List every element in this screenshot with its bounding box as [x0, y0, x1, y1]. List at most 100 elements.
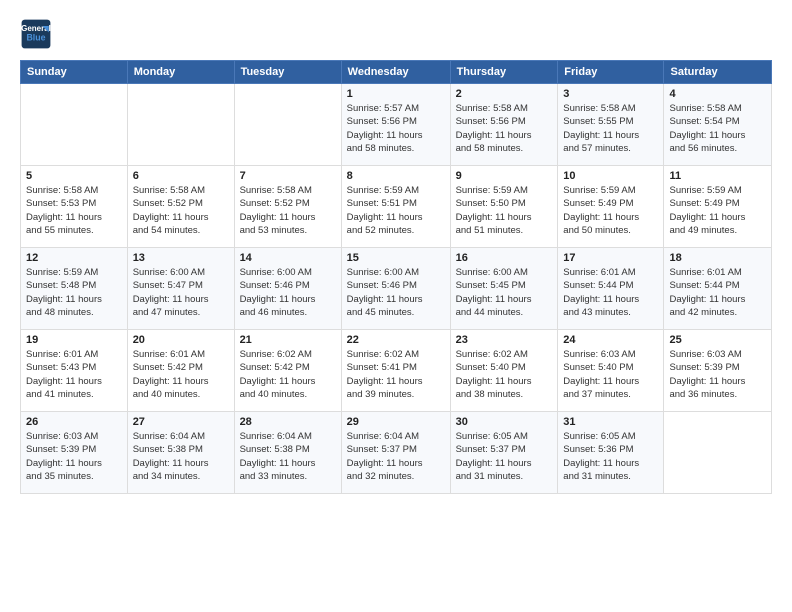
calendar-week-row: 26 Sunrise: 6:03 AM Sunset: 5:39 PM Dayli… [21, 412, 772, 494]
day-number: 24 [563, 334, 658, 346]
calendar-cell: 29Sunrise: 6:04 AM Sunset: 5:37 PM Dayli… [341, 412, 450, 494]
calendar-cell [664, 412, 772, 494]
day-number: 13 [133, 252, 229, 264]
day-info: Sunrise: 6:05 AM Sunset: 5:36 PM Dayligh… [563, 430, 658, 483]
day-info: Sunrise: 5:58 AM Sunset: 5:54 PM Dayligh… [669, 102, 766, 155]
calendar-table: SundayMondayTuesdayWednesdayThursdayFrid… [20, 60, 772, 494]
day-info: Sunrise: 5:59 AM Sunset: 5:49 PM Dayligh… [563, 184, 658, 237]
day-number: 23 [456, 334, 553, 346]
calendar-cell: 28 Sunrise: 6:04 AM Sunset: 5:38 PM Dayli… [234, 412, 341, 494]
logo-icon: General Blue [20, 18, 52, 50]
calendar-cell: 1 Sunrise: 5:57 AM Sunset: 5:56 PM Daylig… [341, 84, 450, 166]
day-info: Sunrise: 6:01 AM Sunset: 5:43 PM Dayligh… [26, 348, 122, 401]
calendar-cell: 5 Sunrise: 5:58 AM Sunset: 5:53 PM Daylig… [21, 166, 128, 248]
calendar-cell: 4 Sunrise: 5:58 AM Sunset: 5:54 PM Daylig… [664, 84, 772, 166]
day-info: Sunrise: 6:04 AM Sunset: 5:38 PM Dayligh… [240, 430, 336, 483]
day-number: 6 [133, 170, 229, 182]
day-info: Sunrise: 5:58 AM Sunset: 5:52 PM Dayligh… [133, 184, 229, 237]
calendar-cell: 17Sunrise: 6:01 AM Sunset: 5:44 PM Dayli… [558, 248, 664, 330]
day-info: Sunrise: 5:58 AM Sunset: 5:55 PM Dayligh… [563, 102, 658, 155]
day-info: Sunrise: 6:03 AM Sunset: 5:39 PM Dayligh… [669, 348, 766, 401]
day-info: Sunrise: 5:59 AM Sunset: 5:49 PM Dayligh… [669, 184, 766, 237]
day-info: Sunrise: 5:58 AM Sunset: 5:56 PM Dayligh… [456, 102, 553, 155]
day-number: 14 [240, 252, 336, 264]
calendar-cell: 13 Sunrise: 6:00 AM Sunset: 5:47 PM Dayli… [127, 248, 234, 330]
day-number: 7 [240, 170, 336, 182]
calendar-cell: 7 Sunrise: 5:58 AM Sunset: 5:52 PM Daylig… [234, 166, 341, 248]
svg-text:Blue: Blue [26, 32, 45, 42]
day-number: 10 [563, 170, 658, 182]
day-info: Sunrise: 6:04 AM Sunset: 5:38 PM Dayligh… [133, 430, 229, 483]
calendar-header-wednesday: Wednesday [341, 61, 450, 84]
calendar-cell: 9Sunrise: 5:59 AM Sunset: 5:50 PM Daylig… [450, 166, 558, 248]
calendar-week-row: 1 Sunrise: 5:57 AM Sunset: 5:56 PM Daylig… [21, 84, 772, 166]
calendar-cell: 12 Sunrise: 5:59 AM Sunset: 5:48 PM Dayli… [21, 248, 128, 330]
calendar-cell: 25 Sunrise: 6:03 AM Sunset: 5:39 PM Dayli… [664, 330, 772, 412]
day-info: Sunrise: 6:00 AM Sunset: 5:46 PM Dayligh… [347, 266, 445, 319]
calendar-header-saturday: Saturday [664, 61, 772, 84]
day-number: 31 [563, 416, 658, 428]
calendar-header-monday: Monday [127, 61, 234, 84]
calendar-header-row: SundayMondayTuesdayWednesdayThursdayFrid… [21, 61, 772, 84]
calendar-cell: 30Sunrise: 6:05 AM Sunset: 5:37 PM Dayli… [450, 412, 558, 494]
day-info: Sunrise: 6:02 AM Sunset: 5:40 PM Dayligh… [456, 348, 553, 401]
day-info: Sunrise: 6:00 AM Sunset: 5:46 PM Dayligh… [240, 266, 336, 319]
calendar-cell: 11 Sunrise: 5:59 AM Sunset: 5:49 PM Dayli… [664, 166, 772, 248]
day-number: 18 [669, 252, 766, 264]
day-info: Sunrise: 6:01 AM Sunset: 5:42 PM Dayligh… [133, 348, 229, 401]
day-info: Sunrise: 6:00 AM Sunset: 5:47 PM Dayligh… [133, 266, 229, 319]
day-number: 26 [26, 416, 122, 428]
day-info: Sunrise: 5:59 AM Sunset: 5:50 PM Dayligh… [456, 184, 553, 237]
calendar-cell: 2Sunrise: 5:58 AM Sunset: 5:56 PM Daylig… [450, 84, 558, 166]
calendar-cell: 10 Sunrise: 5:59 AM Sunset: 5:49 PM Dayli… [558, 166, 664, 248]
day-info: Sunrise: 5:59 AM Sunset: 5:51 PM Dayligh… [347, 184, 445, 237]
calendar-cell: 15Sunrise: 6:00 AM Sunset: 5:46 PM Dayli… [341, 248, 450, 330]
calendar-cell: 22Sunrise: 6:02 AM Sunset: 5:41 PM Dayli… [341, 330, 450, 412]
calendar-header-sunday: Sunday [21, 61, 128, 84]
calendar-header-tuesday: Tuesday [234, 61, 341, 84]
calendar-cell: 24 Sunrise: 6:03 AM Sunset: 5:40 PM Dayli… [558, 330, 664, 412]
day-info: Sunrise: 6:02 AM Sunset: 5:42 PM Dayligh… [240, 348, 336, 401]
day-info: Sunrise: 6:03 AM Sunset: 5:40 PM Dayligh… [563, 348, 658, 401]
logo: General Blue [20, 18, 54, 50]
day-info: Sunrise: 6:01 AM Sunset: 5:44 PM Dayligh… [563, 266, 658, 319]
header: General Blue [20, 18, 772, 50]
calendar-cell: 18Sunrise: 6:01 AM Sunset: 5:44 PM Dayli… [664, 248, 772, 330]
day-number: 5 [26, 170, 122, 182]
calendar-cell: 8 Sunrise: 5:59 AM Sunset: 5:51 PM Daylig… [341, 166, 450, 248]
day-number: 25 [669, 334, 766, 346]
day-number: 12 [26, 252, 122, 264]
day-number: 28 [240, 416, 336, 428]
day-number: 19 [26, 334, 122, 346]
day-number: 3 [563, 88, 658, 100]
calendar-cell: 23 Sunrise: 6:02 AM Sunset: 5:40 PM Dayli… [450, 330, 558, 412]
day-number: 1 [347, 88, 445, 100]
day-number: 21 [240, 334, 336, 346]
day-info: Sunrise: 5:58 AM Sunset: 5:53 PM Dayligh… [26, 184, 122, 237]
calendar-cell [234, 84, 341, 166]
calendar-cell: 20 Sunrise: 6:01 AM Sunset: 5:42 PM Dayli… [127, 330, 234, 412]
day-info: Sunrise: 5:57 AM Sunset: 5:56 PM Dayligh… [347, 102, 445, 155]
day-number: 20 [133, 334, 229, 346]
calendar-week-row: 19 Sunrise: 6:01 AM Sunset: 5:43 PM Dayli… [21, 330, 772, 412]
day-number: 8 [347, 170, 445, 182]
calendar-cell: 3 Sunrise: 5:58 AM Sunset: 5:55 PM Daylig… [558, 84, 664, 166]
day-number: 4 [669, 88, 766, 100]
calendar-cell: 16Sunrise: 6:00 AM Sunset: 5:45 PM Dayli… [450, 248, 558, 330]
day-info: Sunrise: 6:03 AM Sunset: 5:39 PM Dayligh… [26, 430, 122, 483]
calendar-header-thursday: Thursday [450, 61, 558, 84]
day-info: Sunrise: 6:05 AM Sunset: 5:37 PM Dayligh… [456, 430, 553, 483]
calendar-cell: 26 Sunrise: 6:03 AM Sunset: 5:39 PM Dayli… [21, 412, 128, 494]
calendar-cell: 14 Sunrise: 6:00 AM Sunset: 5:46 PM Dayli… [234, 248, 341, 330]
page-container: General Blue SundayMondayTuesdayWednesda… [0, 0, 792, 504]
calendar-cell [127, 84, 234, 166]
day-number: 29 [347, 416, 445, 428]
day-info: Sunrise: 5:59 AM Sunset: 5:48 PM Dayligh… [26, 266, 122, 319]
calendar-week-row: 12 Sunrise: 5:59 AM Sunset: 5:48 PM Dayli… [21, 248, 772, 330]
calendar-week-row: 5 Sunrise: 5:58 AM Sunset: 5:53 PM Daylig… [21, 166, 772, 248]
calendar-cell [21, 84, 128, 166]
calendar-header-friday: Friday [558, 61, 664, 84]
day-number: 11 [669, 170, 766, 182]
calendar-cell: 19 Sunrise: 6:01 AM Sunset: 5:43 PM Dayli… [21, 330, 128, 412]
day-info: Sunrise: 5:58 AM Sunset: 5:52 PM Dayligh… [240, 184, 336, 237]
